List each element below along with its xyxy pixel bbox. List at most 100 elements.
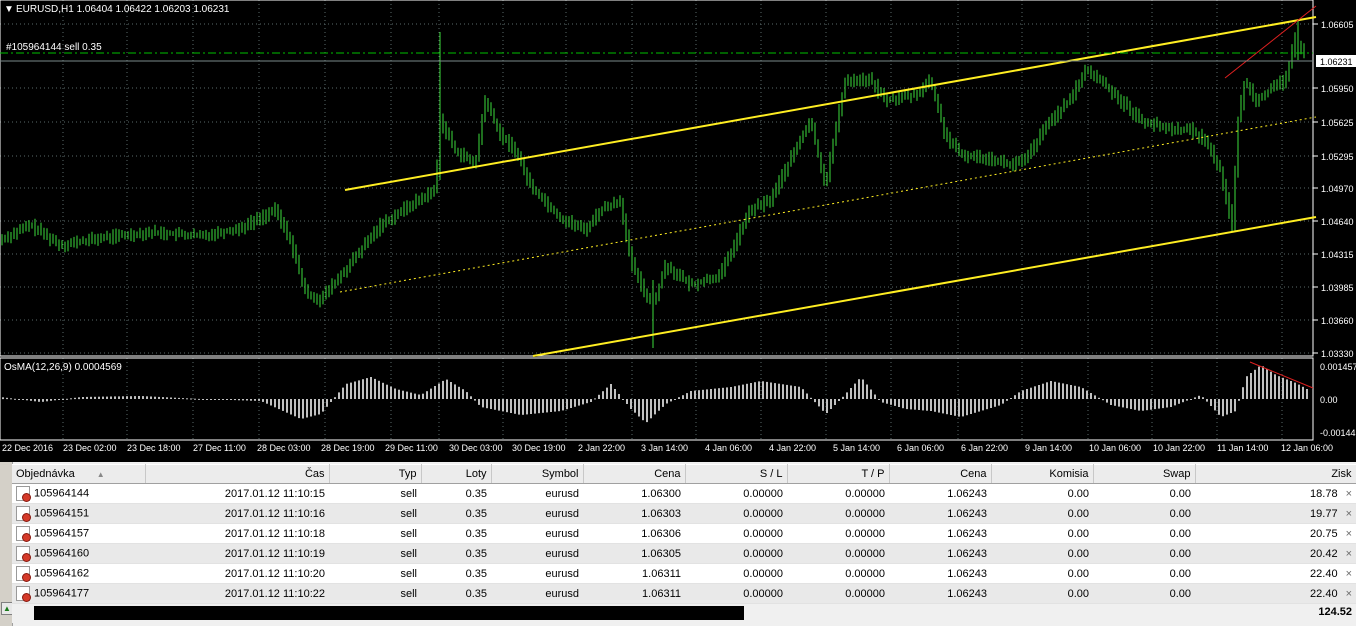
osma-bar	[226, 399, 228, 400]
osma-bar	[298, 399, 300, 419]
column-header[interactable]: Cena	[583, 464, 686, 484]
table-row[interactable]: 105964160 2017.01.12 11:10:19 sell 0.35 euru…	[12, 543, 1356, 564]
table-row[interactable]: 105964157 2017.01.12 11:10:18 sell 0.35 euru…	[12, 523, 1356, 544]
osma-bar	[378, 380, 380, 399]
red-trendline[interactable]	[1224, 5, 1317, 79]
profit-value: 22.40	[1310, 587, 1338, 600]
osma-bar	[718, 388, 720, 399]
table-cell: 2017.01.12 11:10:19	[145, 543, 329, 564]
osma-bar	[814, 399, 816, 403]
osma-bar	[858, 379, 860, 399]
osma-bar	[782, 384, 784, 399]
column-header[interactable]: Swap	[1093, 464, 1196, 484]
osma-bar	[1266, 369, 1268, 399]
time-tick-label: 23 Dec 18:00	[127, 443, 181, 453]
osma-bar	[626, 399, 628, 404]
osma-bar	[410, 392, 412, 399]
osma-bar	[1290, 381, 1292, 399]
osma-bar	[830, 399, 832, 409]
table-cell: 0.00	[991, 503, 1093, 524]
column-header[interactable]: Loty	[421, 464, 492, 484]
osma-bar	[954, 399, 956, 416]
osma-bar	[350, 382, 352, 399]
column-header[interactable]: S / L	[685, 464, 788, 484]
osma-bar	[818, 399, 820, 407]
osma-bar	[174, 397, 176, 399]
order-id: 105964144	[34, 487, 90, 500]
osma-bar	[946, 399, 948, 415]
table-cell: 2017.01.12 11:10:15	[145, 483, 329, 504]
osma-bar	[282, 399, 284, 411]
time-tick-label: 9 Jan 14:00	[1025, 443, 1072, 453]
table-cell: eurusd	[491, 563, 583, 584]
column-header[interactable]: Symbol	[491, 464, 584, 484]
table-cell: 0.00000	[685, 583, 787, 604]
table-cell: 1.06303	[583, 503, 685, 524]
osma-bar	[610, 384, 612, 399]
close-order-icon[interactable]: ×	[1346, 568, 1352, 580]
trade-terminal: ▲ Objednávka ▲ Čas Typ Loty Symbol Cena S / LT …	[0, 462, 1356, 626]
osma-bar	[70, 398, 72, 400]
column-header[interactable]: Komisia	[991, 464, 1094, 484]
chart-menu-arrow-icon[interactable]: ▼	[4, 4, 14, 15]
osma-bar	[634, 399, 636, 413]
osma-bar	[394, 388, 396, 399]
channel-lower-line[interactable]	[532, 216, 1317, 357]
osma-bar	[938, 399, 940, 413]
osma-bar	[454, 384, 456, 399]
table-row[interactable]: 105964162 2017.01.12 11:10:20 sell 0.35 euru…	[12, 563, 1356, 584]
table-cell: 0.00000	[787, 563, 889, 584]
profit-value: 20.75	[1310, 527, 1338, 540]
osma-bar	[958, 399, 960, 417]
table-row[interactable]: 105964151 2017.01.12 11:10:16 sell 0.35 euru…	[12, 503, 1356, 524]
price-tick-label: 1.05950	[1321, 84, 1354, 94]
osma-bar	[1150, 399, 1152, 410]
osma-bar	[1134, 399, 1136, 410]
osma-chart-frame	[0, 357, 1314, 441]
channel-middle-line[interactable]	[339, 116, 1317, 293]
osma-bar	[514, 399, 516, 414]
osma-bar	[650, 399, 652, 419]
osma-bar	[78, 397, 80, 400]
close-order-icon[interactable]: ×	[1346, 548, 1352, 560]
close-order-icon[interactable]: ×	[1346, 588, 1352, 600]
osma-bar	[1126, 399, 1128, 409]
osma-bar	[422, 393, 424, 399]
time-tick-label: 6 Jan 06:00	[897, 443, 944, 453]
close-order-icon[interactable]: ×	[1346, 508, 1352, 520]
close-order-icon[interactable]: ×	[1346, 528, 1352, 540]
osma-bar	[34, 399, 36, 402]
osma-bar	[810, 397, 812, 399]
osma-bar	[554, 399, 556, 412]
price-tick-label: 1.06605	[1321, 20, 1354, 30]
osma-bar	[418, 394, 420, 399]
osma-bar	[442, 380, 444, 399]
column-header[interactable]: T / P	[787, 464, 890, 484]
osma-bar	[522, 399, 524, 415]
table-row[interactable]: 105964144 2017.01.12 11:10:15 sell 0.35 euru…	[12, 483, 1356, 504]
osma-bar	[678, 397, 680, 399]
price-chart[interactable]: ▼ EURUSD,H1 1.06404 1.06422 1.06203 1.06…	[0, 0, 1356, 462]
table-cell: 1.06243	[889, 563, 991, 584]
close-order-icon[interactable]: ×	[1346, 488, 1352, 500]
osma-bar	[294, 399, 296, 417]
table-row[interactable]: 105964177 2017.01.12 11:10:22 sell 0.35 euru…	[12, 583, 1356, 604]
order-id-cell: 105964160	[12, 543, 145, 564]
column-header[interactable]: Cena	[889, 464, 992, 484]
column-header[interactable]: Typ	[329, 464, 422, 484]
time-tick-label: 11 Jan 14:00	[1217, 443, 1268, 453]
column-header[interactable]: Čas	[145, 464, 330, 484]
osma-bar	[926, 399, 928, 411]
osma-bar	[386, 384, 388, 399]
osma-bar	[482, 399, 484, 408]
osma-bar	[706, 389, 708, 399]
osma-bar	[398, 389, 400, 399]
column-header[interactable]: Zisk	[1195, 464, 1356, 484]
osma-tick-label: 0.00	[1320, 395, 1338, 405]
column-header[interactable]: Objednávka ▲	[12, 464, 146, 484]
orders-header-row: Objednávka ▲ Čas Typ Loty Symbol Cena S / LT / …	[12, 464, 1356, 484]
table-cell: 0.00000	[685, 523, 787, 544]
osma-bar	[550, 399, 552, 412]
osma-bar	[854, 383, 856, 399]
osma-bar	[450, 382, 452, 399]
